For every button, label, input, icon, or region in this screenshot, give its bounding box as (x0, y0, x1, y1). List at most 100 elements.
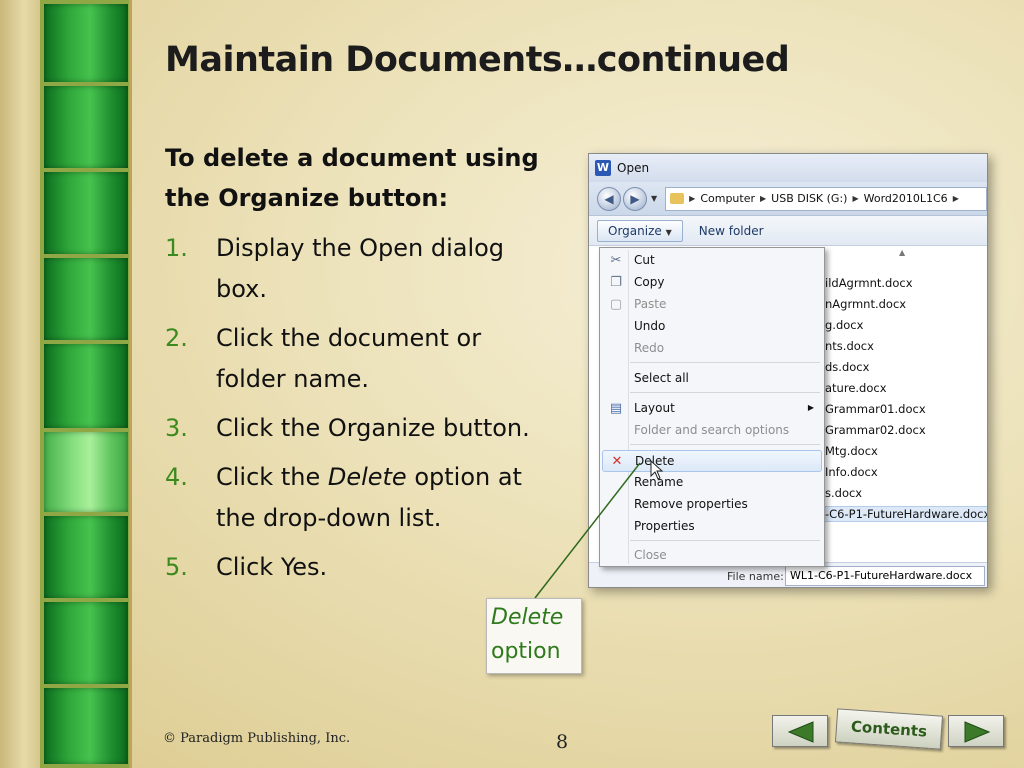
file-row[interactable]: g.docx (825, 318, 863, 332)
file-row[interactable]: Mtg.docx (825, 444, 878, 458)
menu-item-rename[interactable]: Rename (602, 472, 822, 494)
menu-item-remove-properties[interactable]: Remove properties (602, 494, 822, 516)
step-text: box. (216, 275, 268, 303)
menu-label: Paste (634, 297, 667, 311)
file-row-selected[interactable]: -C6-P1-FutureHardware.docx (817, 506, 987, 522)
strip-tile-highlight (44, 432, 128, 512)
breadcrumb-item[interactable]: Computer (700, 192, 755, 205)
chevron-right-icon: ▶ (952, 194, 959, 203)
chevron-right-icon: ▶ (760, 194, 767, 203)
callout-line: Delete (491, 605, 564, 630)
menu-item-copy[interactable]: ❐ Copy (602, 272, 822, 294)
breadcrumb-item[interactable]: Word2010L1C6 (864, 192, 948, 205)
back-arrow-icon[interactable]: ◀ (597, 186, 621, 211)
folder-icon (670, 193, 685, 204)
slide-navigation: Contents (772, 708, 1004, 756)
left-border (0, 0, 40, 768)
menu-label: Layout (634, 401, 675, 415)
previous-slide-button[interactable] (772, 715, 828, 747)
menu-separator (630, 362, 820, 363)
menu-item-cut[interactable]: ✂ Cut (602, 250, 822, 272)
step-item: 4. Click the Delete option at the drop-d… (165, 457, 585, 539)
menu-label: Properties (634, 519, 695, 533)
menu-item-delete[interactable]: ✕ Delete (602, 450, 822, 472)
file-row[interactable]: Grammar01.docx (825, 402, 926, 416)
copy-icon: ❐ (610, 275, 622, 290)
strip-tile (44, 688, 128, 764)
file-row[interactable]: s.docx (825, 486, 862, 500)
address-bar: ◀ ▶ ▼ ▶ Computer ▶ USB DISK (G:) ▶ Word2… (589, 182, 987, 216)
menu-label: Select all (634, 371, 689, 385)
next-slide-button[interactable] (948, 715, 1004, 747)
scissors-icon: ✂ (610, 253, 622, 268)
menu-item-undo[interactable]: Undo (602, 316, 822, 338)
dialog-titlebar: W Open (589, 154, 987, 182)
step-text: Click the document or (216, 324, 482, 352)
menu-label: Redo (634, 341, 665, 355)
breadcrumb-item[interactable]: USB DISK (G:) (771, 192, 847, 205)
organize-button[interactable]: Organize ▼ (597, 219, 683, 242)
step-item: 1. Display the Open dialog box. (165, 228, 585, 310)
callout-line: option (491, 639, 561, 664)
file-row[interactable]: ature.docx (825, 381, 887, 395)
breadcrumb[interactable]: ▶ Computer ▶ USB DISK (G:) ▶ Word2010L1C… (665, 186, 987, 211)
strip-tile (44, 344, 128, 428)
forward-arrow-icon[interactable]: ▶ (623, 186, 647, 211)
menu-item-properties[interactable]: Properties (602, 516, 822, 538)
menu-item-redo[interactable]: Redo (602, 338, 822, 360)
menu-item-select-all[interactable]: Select all (602, 368, 822, 390)
intro-line: the Organize button: (165, 184, 449, 212)
step-text-italic: Delete (327, 463, 407, 491)
new-folder-button[interactable]: New folder (699, 224, 764, 238)
step-number: 1. (165, 234, 188, 262)
file-row[interactable]: nAgrmnt.docx (825, 297, 906, 311)
file-row[interactable]: ildAgrmnt.docx (825, 276, 913, 290)
step-number: 3. (165, 414, 188, 442)
file-row[interactable]: ds.docx (825, 360, 869, 374)
contents-button[interactable]: Contents (834, 708, 944, 750)
menu-item-layout[interactable]: ▤ Layout ▶ (602, 398, 822, 420)
menu-item-paste[interactable]: ▢ Paste (602, 294, 822, 316)
menu-label: Cut (634, 253, 655, 267)
chevron-right-icon: ▶ (807, 403, 814, 412)
step-number: 5. (165, 553, 188, 581)
word-icon: W (595, 160, 611, 176)
file-row[interactable]: Grammar02.docx (825, 423, 926, 437)
step-text: the drop-down list. (216, 504, 442, 532)
file-name-input[interactable]: WL1-C6-P1-FutureHardware.docx (785, 566, 985, 586)
right-triangle-icon (964, 721, 991, 743)
mouse-pointer-icon (650, 460, 664, 480)
step-item: 2. Click the document or folder name. (165, 318, 585, 400)
dialog-title: Open (617, 161, 650, 175)
step-text-part: option at (406, 463, 522, 491)
strip-tile (44, 602, 128, 684)
dialog-toolbar: Organize ▼ New folder (589, 216, 987, 246)
chevron-down-icon: ▼ (665, 227, 672, 237)
organize-label: Organize (608, 223, 662, 238)
step-number: 2. (165, 324, 188, 352)
menu-label: Folder and search options (634, 423, 790, 437)
strip-tile (44, 86, 128, 168)
intro-line: To delete a document using (165, 144, 539, 172)
step-text: Click Yes. (216, 553, 328, 581)
chevron-right-icon: ▶ (852, 194, 859, 203)
strip-tile (44, 258, 128, 340)
file-row[interactable]: Info.docx (825, 465, 878, 479)
step-item: 5. Click Yes. (165, 547, 585, 588)
file-row[interactable]: nts.docx (825, 339, 874, 353)
chevron-down-icon[interactable]: ▼ (651, 194, 657, 203)
menu-item-close[interactable]: Close (602, 545, 822, 567)
delete-x-icon: ✕ (611, 454, 623, 469)
decorative-strip (40, 0, 132, 768)
strip-tile (44, 172, 128, 254)
menu-item-folder-options[interactable]: Folder and search options (602, 420, 822, 442)
step-text: folder name. (216, 365, 369, 393)
menu-label: Remove properties (634, 497, 748, 511)
copyright-footer: © Paradigm Publishing, Inc. (163, 731, 351, 746)
menu-label: Undo (634, 319, 666, 333)
step-text: Click the Delete option at (216, 457, 585, 498)
chevron-right-icon: ▶ (689, 194, 696, 203)
menu-separator (630, 392, 820, 393)
layout-icon: ▤ (609, 401, 623, 416)
step-number: 4. (165, 463, 188, 491)
